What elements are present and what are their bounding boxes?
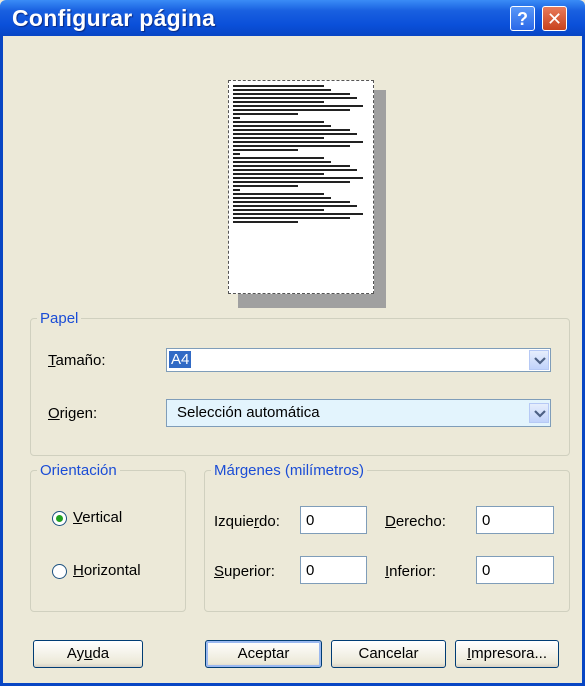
page-preview [228,80,374,294]
top-margin-input[interactable]: 0 [300,556,367,584]
bottom-margin-value: 0 [482,562,491,579]
preview-text-line [233,201,350,203]
preview-text-line [233,173,324,175]
preview-text-line [233,97,357,99]
bottom-margin-input[interactable]: 0 [476,556,554,584]
window-title: Configurar página [12,5,216,31]
bottom-margin-label: Inferior: [385,563,436,580]
preview-text-line [233,133,357,135]
source-select[interactable]: Selección automática [166,399,551,427]
preview-text-line [233,145,350,147]
preview-text-line [233,209,324,211]
source-value: Selección automática [177,404,320,421]
preview-text-line [233,193,324,195]
ok-button[interactable]: Aceptar [205,640,322,668]
right-margin-value: 0 [482,512,491,529]
chevron-down-icon[interactable] [529,403,549,423]
top-margin-label: Superior: [214,563,275,580]
preview-text-line [233,149,298,151]
cancel-button[interactable]: Cancelar [331,640,446,668]
left-margin-input[interactable]: 0 [300,506,367,534]
preview-text-line [233,93,350,95]
preview-text-line [233,85,324,87]
preview-text-line [233,113,298,115]
printer-button[interactable]: Impresora... [455,640,559,668]
help-button[interactable]: Ayuda [33,640,143,668]
preview-text-line [233,101,324,103]
preview-text-line [233,213,363,215]
chevron-down-icon[interactable] [529,350,549,370]
size-value: A4 [169,351,192,368]
preview-text-line [233,105,363,107]
right-margin-input[interactable]: 0 [476,506,554,534]
size-select[interactable]: A4 [166,348,551,372]
left-margin-label: Izquierdo: [214,513,280,530]
top-margin-value: 0 [306,562,315,579]
preview-text-line [233,197,331,199]
preview-text-line [233,185,298,187]
preview-text-line [233,165,350,167]
orientation-legend: Orientación [40,462,117,479]
preview-text-line [233,137,324,139]
preview-text-line [233,189,240,191]
vertical-label[interactable]: Vertical [73,509,122,526]
preview-text-line [233,121,324,123]
preview-text-line [233,89,331,91]
preview-text-line [233,217,350,219]
left-margin-value: 0 [306,512,315,529]
preview-text-line [233,125,331,127]
preview-text-line [233,205,357,207]
source-label: Origen: [48,405,98,422]
preview-text-line [233,221,298,223]
margins-legend: Márgenes (milímetros) [214,462,365,479]
right-margin-label: Derecho: [385,513,446,530]
horizontal-radio[interactable] [52,564,67,579]
preview-text-line [233,141,363,143]
preview-text-line [233,109,350,111]
help-title-button[interactable]: ? [510,6,535,31]
margins-group: Márgenes (milímetros) [204,462,570,612]
preview-text-line [233,181,350,183]
preview-text-line [233,153,240,155]
paper-legend: Papel [40,310,79,327]
preview-text-line [233,169,357,171]
orientation-group: Orientación [30,462,186,612]
preview-text-line [233,157,324,159]
page-preview-text-lines [233,83,363,225]
close-button[interactable]: ✕ [542,6,567,31]
horizontal-label[interactable]: Horizontal [73,562,141,579]
vertical-radio[interactable] [52,511,67,526]
preview-text-line [233,161,331,163]
size-label: Tamaño: [48,352,106,369]
preview-text-line [233,177,363,179]
preview-text-line [233,117,240,119]
paper-group: Papel [30,310,570,456]
title-bar: Configurar página ? ✕ [0,0,585,36]
preview-text-line [233,129,350,131]
